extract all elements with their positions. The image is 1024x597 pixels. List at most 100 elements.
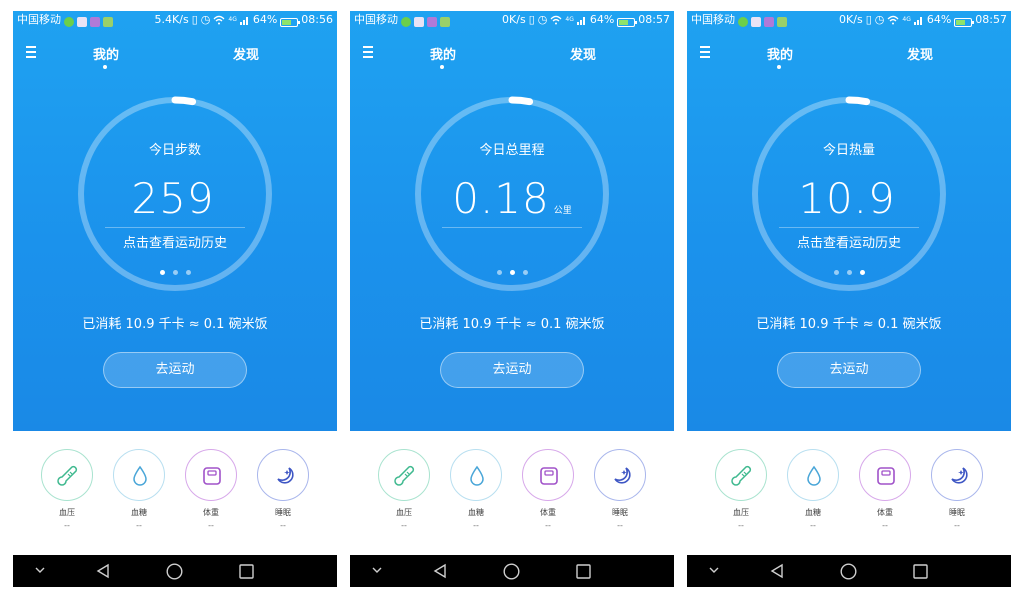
tab-discover[interactable]: 发现 xyxy=(233,44,259,63)
collapse-icon[interactable] xyxy=(709,566,719,574)
battery-percent: 64% xyxy=(589,13,615,26)
tab-mine[interactable]: 我的 xyxy=(430,44,456,63)
active-tab-indicator xyxy=(777,65,781,69)
recent-apps-icon[interactable] xyxy=(576,564,591,579)
recent-apps-icon[interactable] xyxy=(239,564,254,579)
vibrate-icon: ▯ xyxy=(528,13,535,26)
shortcut-circle[interactable] xyxy=(450,449,502,501)
shortcut-circle[interactable] xyxy=(931,449,983,501)
shortcut-circle[interactable] xyxy=(378,449,430,501)
shortcut-moon[interactable]: 睡眠 -- xyxy=(255,449,311,530)
pager-dot[interactable] xyxy=(185,270,191,275)
home-icon[interactable] xyxy=(166,563,183,580)
home-icon[interactable] xyxy=(840,563,857,580)
shortcut-circle[interactable] xyxy=(41,449,93,501)
metric-pager[interactable] xyxy=(687,260,1011,279)
calories-consumed: 已消耗 10.9 千卡 ≈ 0.1 碗米饭 xyxy=(419,317,605,332)
shortcut-moon[interactable]: 睡眠 -- xyxy=(929,449,985,530)
pager-dot[interactable] xyxy=(159,270,165,275)
shortcut-thermometer[interactable]: 血压 -- xyxy=(713,449,769,530)
menu-icon[interactable] xyxy=(26,46,36,58)
shortcut-scale[interactable]: 体重 -- xyxy=(183,449,239,530)
home-icon[interactable] xyxy=(503,563,520,580)
green-app-notification-icon xyxy=(777,17,787,27)
metric-pager[interactable] xyxy=(350,260,674,279)
start-exercise-button[interactable]: 去运动 xyxy=(777,352,921,388)
collapse-icon[interactable] xyxy=(372,566,382,574)
tab-discover[interactable]: 发现 xyxy=(570,44,596,63)
metric-unit: 公里 xyxy=(553,206,572,216)
shortcut-label: 体重 xyxy=(203,508,219,517)
network-type: 4G xyxy=(902,16,911,23)
shortcut-circle[interactable] xyxy=(594,449,646,501)
shortcut-label: 睡眠 xyxy=(275,508,291,517)
menu-icon[interactable] xyxy=(363,46,373,58)
shortcut-label: 体重 xyxy=(540,508,556,517)
calories-consumed: 已消耗 10.9 千卡 ≈ 0.1 碗米饭 xyxy=(756,317,942,332)
metric-value: 0.18 公里 xyxy=(350,174,674,223)
shortcut-thermometer[interactable]: 血压 -- xyxy=(376,449,432,530)
image-notification-icon xyxy=(751,17,761,27)
pager-dot[interactable] xyxy=(846,270,852,275)
pager-dot[interactable] xyxy=(172,270,178,275)
summary-panel: 中国移动 0K/s ▯ ◷ 4G 64% 08:57 xyxy=(350,11,674,431)
tab-mine[interactable]: 我的 xyxy=(93,44,119,63)
image-notification-icon xyxy=(77,17,87,27)
shortcut-circle[interactable] xyxy=(185,449,237,501)
shortcut-drop[interactable]: 血糖 -- xyxy=(448,449,504,530)
pager-dot[interactable] xyxy=(859,270,865,275)
view-history-link[interactable]: 点击查看运动历史 xyxy=(687,232,1011,251)
battery-percent: 64% xyxy=(252,13,278,26)
view-history-link[interactable]: 点击查看运动历史 xyxy=(13,232,337,251)
shortcut-circle[interactable] xyxy=(787,449,839,501)
shortcut-label: 体重 xyxy=(877,508,893,517)
network-type: 4G xyxy=(228,16,237,23)
status-bar: 中国移动 5.4K/s ▯ ◷ 4G 64% 08:56 xyxy=(13,11,337,29)
pager-dot[interactable] xyxy=(522,270,528,275)
shortcut-value: -- xyxy=(617,521,623,530)
shortcut-value: -- xyxy=(401,521,407,530)
back-icon[interactable] xyxy=(432,563,448,579)
tab-discover[interactable]: 发现 xyxy=(907,44,933,63)
shortcut-thermometer[interactable]: 血压 -- xyxy=(39,449,95,530)
shortcut-moon[interactable]: 睡眠 -- xyxy=(592,449,648,530)
green-app-notification-icon xyxy=(440,17,450,27)
shortcut-drop[interactable]: 血糖 -- xyxy=(785,449,841,530)
shortcut-circle[interactable] xyxy=(859,449,911,501)
metric-divider xyxy=(105,227,245,228)
metric-pager[interactable] xyxy=(13,260,337,279)
shortcut-circle[interactable] xyxy=(113,449,165,501)
back-icon[interactable] xyxy=(769,563,785,579)
start-exercise-button[interactable]: 去运动 xyxy=(103,352,247,388)
health-shortcuts: 血压 -- 血糖 -- 体重 -- 睡眠 -- xyxy=(687,431,1011,555)
carrier-label: 中国移动 xyxy=(691,13,735,26)
signal-icon xyxy=(913,17,922,25)
pager-dot[interactable] xyxy=(496,270,502,275)
tab-mine[interactable]: 我的 xyxy=(767,44,793,63)
active-tab-indicator xyxy=(440,65,444,69)
shortcut-scale[interactable]: 体重 -- xyxy=(520,449,576,530)
menu-icon[interactable] xyxy=(700,46,710,58)
carrier-label: 中国移动 xyxy=(17,13,61,26)
wifi-icon xyxy=(887,15,899,25)
start-exercise-button[interactable]: 去运动 xyxy=(440,352,584,388)
system-nav-bar xyxy=(13,555,337,587)
recent-apps-icon[interactable] xyxy=(913,564,928,579)
shortcut-drop[interactable]: 血糖 -- xyxy=(111,449,167,530)
shortcut-label: 血压 xyxy=(733,508,749,517)
pager-dot[interactable] xyxy=(509,270,515,275)
shortcut-value: -- xyxy=(208,521,214,530)
back-icon[interactable] xyxy=(95,563,111,579)
health-shortcuts: 血压 -- 血糖 -- 体重 -- 睡眠 -- xyxy=(350,431,674,555)
shortcut-circle[interactable] xyxy=(522,449,574,501)
shortcut-circle[interactable] xyxy=(257,449,309,501)
summary-panel: 中国移动 5.4K/s ▯ ◷ 4G 64% 08:56 我的 发现 今日步数 … xyxy=(13,11,337,431)
alarm-icon: ◷ xyxy=(200,13,211,26)
health-shortcuts: 血压 -- 血糖 -- 体重 -- 睡眠 -- xyxy=(13,431,337,555)
signal-icon xyxy=(239,17,248,25)
shortcut-scale[interactable]: 体重 -- xyxy=(857,449,913,530)
shortcut-circle[interactable] xyxy=(715,449,767,501)
pager-dot[interactable] xyxy=(833,270,839,275)
collapse-icon[interactable] xyxy=(35,566,45,574)
shortcut-label: 睡眠 xyxy=(949,508,965,517)
